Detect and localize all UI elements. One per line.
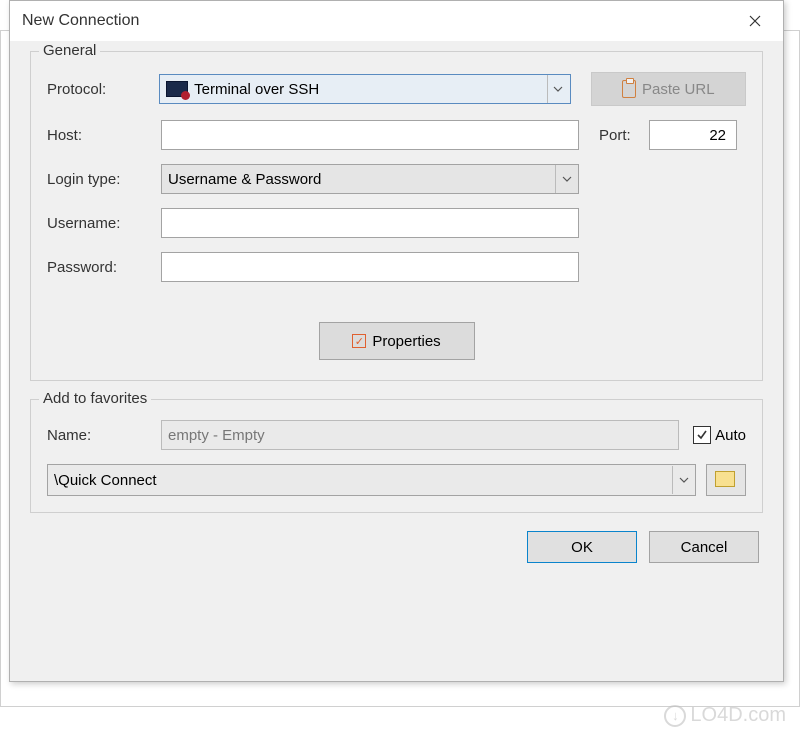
titlebar: New Connection [10, 1, 783, 41]
favorites-group: Add to favorites Name: Auto \Quick Conne… [30, 399, 763, 513]
login-type-label: Login type: [47, 171, 161, 188]
path-select[interactable]: \Quick Connect [47, 464, 696, 496]
host-row: Host: Port: [47, 120, 746, 150]
favorites-group-title: Add to favorites [39, 390, 151, 407]
paste-url-label: Paste URL [642, 81, 715, 98]
protocol-select[interactable]: Terminal over SSH [159, 74, 570, 104]
ok-label: OK [571, 539, 593, 556]
name-input[interactable] [161, 420, 679, 450]
terminal-icon [166, 81, 188, 97]
password-row: Password: [47, 252, 746, 282]
chevron-down-icon [672, 466, 694, 494]
close-button[interactable] [733, 5, 777, 37]
login-type-row: Login type: Username & Password [47, 164, 746, 194]
path-value: \Quick Connect [54, 472, 157, 489]
cancel-label: Cancel [681, 539, 728, 556]
folder-icon [717, 473, 735, 487]
password-input[interactable] [161, 252, 579, 282]
auto-label: Auto [715, 427, 746, 444]
host-input[interactable] [161, 120, 579, 150]
host-label: Host: [47, 127, 161, 144]
login-type-select[interactable]: Username & Password [161, 164, 579, 194]
login-type-value: Username & Password [168, 171, 321, 188]
name-label: Name: [47, 427, 161, 444]
path-row: \Quick Connect [47, 464, 746, 496]
watermark-text: LO4D.com [690, 704, 786, 727]
username-row: Username: [47, 208, 746, 238]
checkbox-icon [693, 426, 711, 444]
protocol-value: Terminal over SSH [194, 81, 319, 98]
password-label: Password: [47, 259, 161, 276]
properties-button[interactable]: ✓ Properties [319, 322, 475, 360]
check-icon: ✓ [352, 334, 366, 348]
dialog-content: General Protocol: Terminal over SSH Past… [10, 41, 783, 577]
username-input[interactable] [161, 208, 579, 238]
cancel-button[interactable]: Cancel [649, 531, 759, 563]
auto-checkbox[interactable]: Auto [693, 426, 746, 444]
port-label: Port: [599, 127, 649, 144]
clipboard-icon [622, 80, 636, 98]
dialog-button-row: OK Cancel [30, 531, 763, 563]
chevron-down-icon [555, 165, 577, 193]
general-group-title: General [39, 42, 100, 59]
watermark: ↓ LO4D.com [664, 704, 786, 727]
port-input[interactable] [649, 120, 737, 150]
protocol-label: Protocol: [47, 81, 159, 98]
chevron-down-icon [547, 75, 569, 103]
close-icon [749, 15, 761, 27]
paste-url-button[interactable]: Paste URL [591, 72, 746, 106]
username-label: Username: [47, 215, 161, 232]
properties-row: ✓ Properties [47, 322, 746, 360]
folder-button[interactable] [706, 464, 746, 496]
new-connection-dialog: New Connection General Protocol: Termina… [9, 0, 784, 682]
dialog-title: New Connection [22, 12, 139, 30]
protocol-row: Protocol: Terminal over SSH Paste URL [47, 72, 746, 106]
name-row: Name: Auto [47, 420, 746, 450]
watermark-icon: ↓ [664, 705, 686, 727]
general-group: General Protocol: Terminal over SSH Past… [30, 51, 763, 381]
properties-label: Properties [372, 333, 440, 350]
ok-button[interactable]: OK [527, 531, 637, 563]
